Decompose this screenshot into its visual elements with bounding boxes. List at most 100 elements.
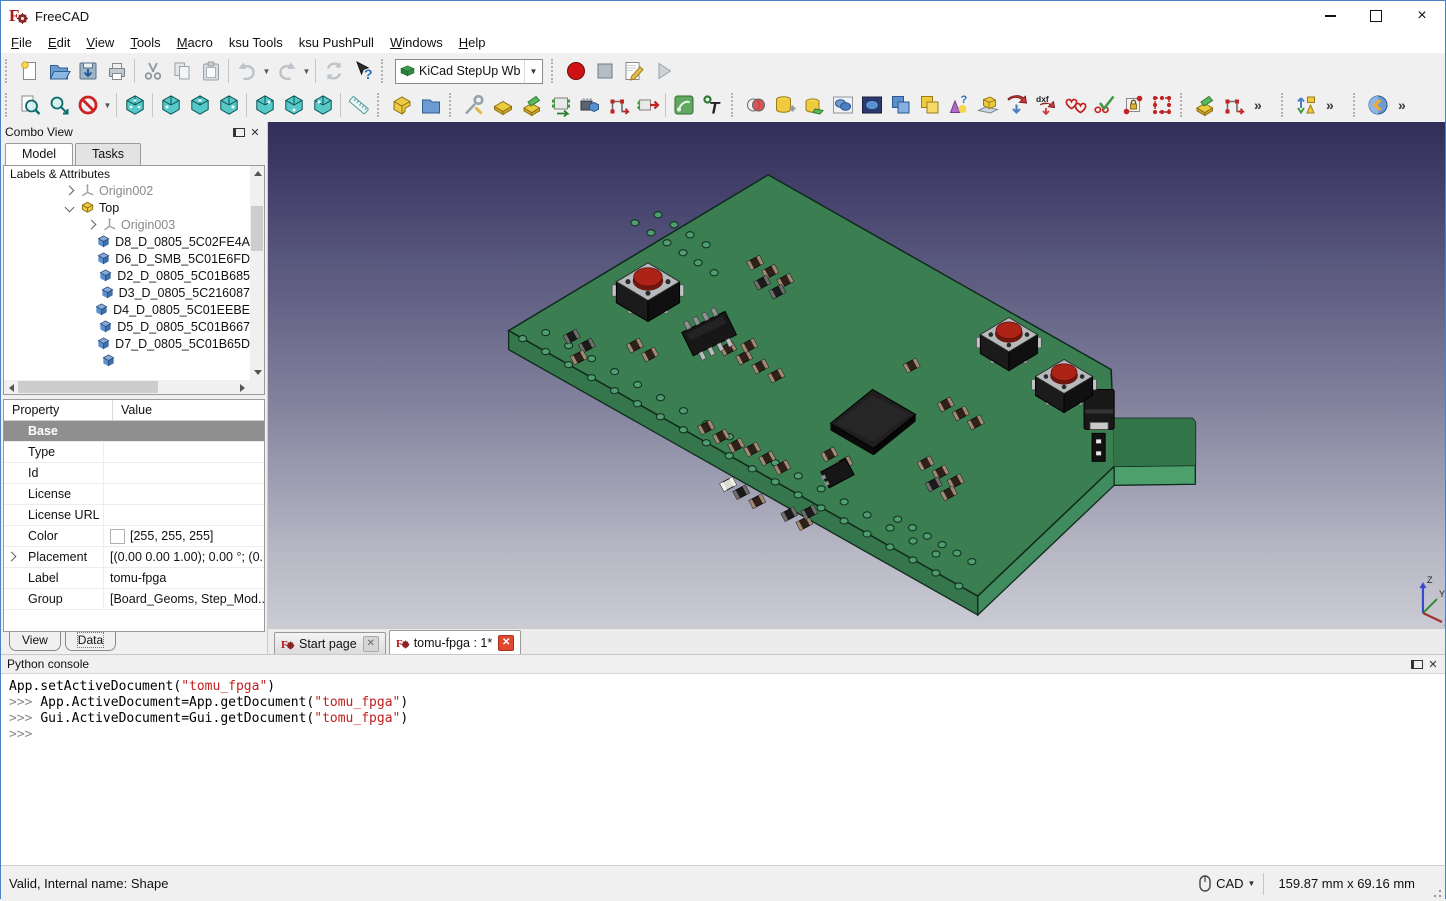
- fp-move-button[interactable]: [633, 91, 662, 120]
- console-float-button[interactable]: [1409, 656, 1425, 672]
- property-row-placement[interactable]: Placement[(0.00 0.00 1.00); 0.00 °; (0..…: [4, 547, 264, 568]
- tab-tasks[interactable]: Tasks: [75, 143, 141, 165]
- expander-collapsed-icon[interactable]: [65, 186, 75, 196]
- open-part-button[interactable]: [416, 91, 445, 120]
- path-red-button[interactable]: [604, 91, 633, 120]
- shape-check-button[interactable]: ?: [944, 91, 973, 120]
- menu-windows[interactable]: Windows: [382, 33, 451, 52]
- macro-play-button[interactable]: [648, 57, 677, 86]
- macro-edit-button[interactable]: [619, 57, 648, 86]
- measure-button[interactable]: [344, 91, 373, 120]
- refresh-button[interactable]: [319, 57, 348, 86]
- new-file-button[interactable]: [15, 57, 44, 86]
- ksu-tools-button[interactable]: [459, 91, 488, 120]
- dropdown-arrow-icon[interactable]: ▼: [301, 57, 312, 86]
- draw-style-button[interactable]: [73, 91, 102, 120]
- redo-button[interactable]: [272, 57, 301, 86]
- board-export-button[interactable]: [1190, 91, 1219, 120]
- cyl-export-button[interactable]: [799, 91, 828, 120]
- tab-close-icon[interactable]: ✕: [498, 635, 514, 651]
- view-rear-button[interactable]: [250, 91, 279, 120]
- fp-green-button[interactable]: [546, 91, 575, 120]
- menu-view[interactable]: View: [78, 33, 122, 52]
- zoom-to-button[interactable]: [44, 91, 73, 120]
- menu-ksu-tools[interactable]: ksu Tools: [221, 33, 291, 52]
- tree-item-origin003[interactable]: Origin003: [4, 216, 250, 233]
- navigation-style-selector[interactable]: CAD ▼: [1191, 875, 1263, 892]
- tree-vertical-scrollbar[interactable]: [250, 166, 264, 380]
- toolbar-handle[interactable]: [449, 93, 456, 117]
- more-button[interactable]: »: [1392, 91, 1421, 120]
- tree-horizontal-scrollbar[interactable]: [4, 380, 250, 394]
- property-value[interactable]: [104, 442, 264, 462]
- sq-blue-button[interactable]: [886, 91, 915, 120]
- cyl-add-button[interactable]: [770, 91, 799, 120]
- dropdown-arrow-icon[interactable]: ▼: [102, 91, 113, 120]
- text3d-button[interactable]: T: [698, 91, 727, 120]
- toolbar-handle[interactable]: [1281, 93, 1288, 117]
- tree-item-d3_d_0805_5c216087[interactable]: D3_D_0805_5C216087: [4, 284, 250, 301]
- cut-button[interactable]: [138, 57, 167, 86]
- maximize-button[interactable]: [1353, 1, 1399, 31]
- property-row-label[interactable]: Labeltomu-fpga: [4, 568, 264, 589]
- tree-item-top[interactable]: Top: [4, 199, 250, 216]
- tree-item-origin002[interactable]: Origin002: [4, 182, 250, 199]
- doc-tab-start-page[interactable]: FStart page✕: [274, 632, 386, 654]
- panel-close-button[interactable]: ✕: [247, 124, 263, 140]
- undo-button[interactable]: [232, 57, 261, 86]
- toolbar-handle[interactable]: [5, 59, 12, 83]
- board-gold-button[interactable]: [488, 91, 517, 120]
- sel-grid-button[interactable]: [1147, 91, 1176, 120]
- ell-dark-button[interactable]: [857, 91, 886, 120]
- check-red-button[interactable]: [1089, 91, 1118, 120]
- tree-item-d2_d_0805_5c01b685[interactable]: D2_D_0805_5C01B685: [4, 267, 250, 284]
- property-row-group[interactable]: Group[Board_Geoms, Step_Mod...: [4, 589, 264, 610]
- toolbar-handle[interactable]: [377, 93, 384, 117]
- more-button[interactable]: »: [1248, 91, 1277, 120]
- tab-view[interactable]: View: [9, 632, 61, 651]
- tree-item-partial[interactable]: [4, 352, 250, 369]
- tree-item-d5_d_0805_5c01b667[interactable]: D5_D_0805_5C01B667: [4, 318, 250, 335]
- property-row-license-url[interactable]: License URL: [4, 505, 264, 526]
- view-front-button[interactable]: [156, 91, 185, 120]
- sq-yellow-button[interactable]: [915, 91, 944, 120]
- nav-globe-button[interactable]: [1363, 91, 1392, 120]
- 3d-viewport[interactable]: Z Y X: [268, 122, 1445, 628]
- menu-help[interactable]: Help: [451, 33, 494, 52]
- property-row-type[interactable]: Type: [4, 442, 264, 463]
- property-value[interactable]: [104, 505, 264, 525]
- expander-collapsed-icon[interactable]: [87, 220, 97, 230]
- path-red-button[interactable]: [1219, 91, 1248, 120]
- save-button[interactable]: [73, 57, 102, 86]
- property-row-color[interactable]: Color[255, 255, 255]: [4, 526, 264, 547]
- property-value[interactable]: [Board_Geoms, Step_Mod...: [104, 589, 264, 609]
- tree-item-d7_d_0805_5c01b65d[interactable]: D7_D_0805_5C01B65D: [4, 335, 250, 352]
- property-value[interactable]: tomu-fpga: [104, 568, 264, 588]
- common-bool-button[interactable]: [741, 91, 770, 120]
- view-bottom-button[interactable]: [279, 91, 308, 120]
- python-console-input[interactable]: App.setActiveDocument("tomu_fpga")>>> Ap…: [1, 673, 1445, 865]
- property-row-base[interactable]: Base: [4, 421, 264, 442]
- fit-all-button[interactable]: [15, 91, 44, 120]
- print-button[interactable]: [102, 57, 131, 86]
- tab-data[interactable]: Data: [65, 632, 116, 651]
- board-export-button[interactable]: [517, 91, 546, 120]
- menu-file[interactable]: File: [3, 33, 40, 52]
- resize-grip[interactable]: [1429, 885, 1443, 899]
- open-folder-button[interactable]: [44, 57, 73, 86]
- part-button[interactable]: [387, 91, 416, 120]
- macro-record-button[interactable]: [561, 57, 590, 86]
- tree-item-d6_d_smb_5c01e6fd[interactable]: D6_D_SMB_5C01E6FD: [4, 250, 250, 267]
- toolbar-handle[interactable]: [5, 93, 12, 117]
- whats-this-button[interactable]: ?: [348, 57, 377, 86]
- ell-fit-button[interactable]: [828, 91, 857, 120]
- close-button[interactable]: ×: [1399, 1, 1445, 31]
- property-row-license[interactable]: License: [4, 484, 264, 505]
- menu-ksu-pushpull[interactable]: ksu PushPull: [291, 33, 382, 52]
- paste-button[interactable]: [196, 57, 225, 86]
- property-row-id[interactable]: Id: [4, 463, 264, 484]
- tree-item-d4_d_0805_5c01eebe[interactable]: D4_D_0805_5C01EEBE: [4, 301, 250, 318]
- toolbar-handle[interactable]: [1180, 93, 1187, 117]
- toolbar-handle[interactable]: [731, 93, 738, 117]
- tree-item-d8_d_0805_5c02fe4a[interactable]: D8_D_0805_5C02FE4A: [4, 233, 250, 250]
